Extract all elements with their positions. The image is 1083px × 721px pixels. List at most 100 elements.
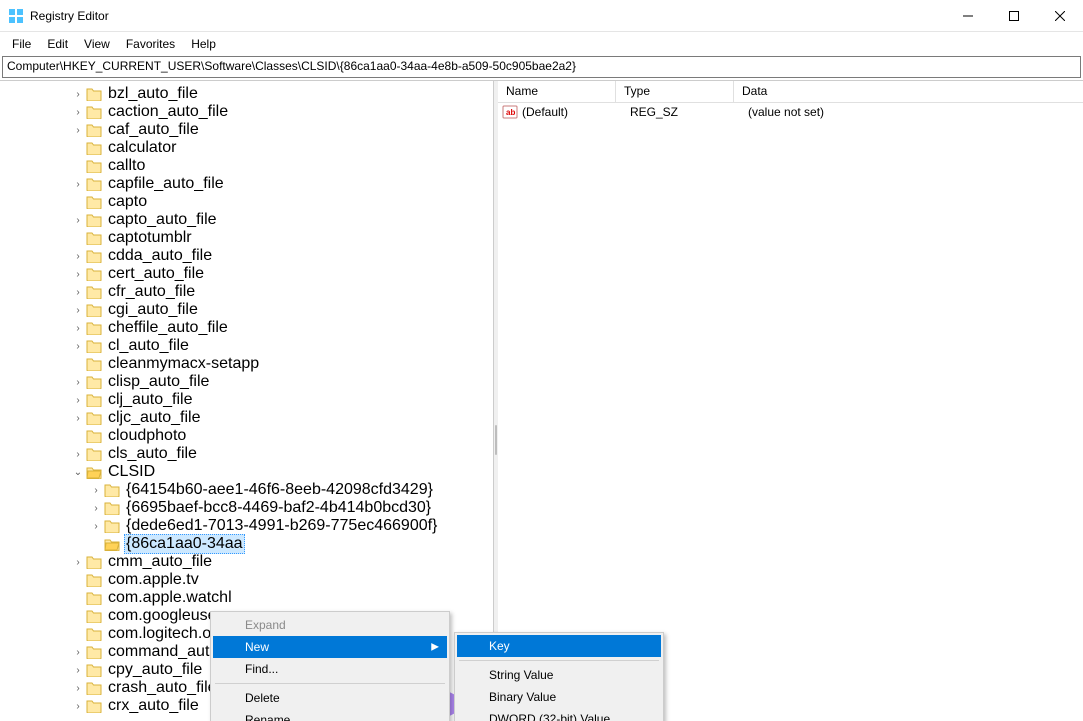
chevron-right-icon[interactable]: ›: [72, 287, 84, 298]
col-header-type[interactable]: Type: [616, 81, 734, 102]
chevron-right-icon[interactable]: ›: [72, 557, 84, 568]
tree-item[interactable]: com.apple.watchl: [0, 589, 493, 607]
window-controls: [945, 0, 1083, 32]
tree-item[interactable]: com.apple.tv: [0, 571, 493, 589]
chevron-right-icon[interactable]: ›: [72, 323, 84, 334]
tree-item-label: caction_auto_file: [106, 103, 230, 121]
tree-item[interactable]: ›clisp_auto_file: [0, 373, 493, 391]
chevron-right-icon[interactable]: ›: [72, 449, 84, 460]
tree-item-label: callto: [106, 157, 147, 175]
menu-view[interactable]: View: [76, 35, 118, 53]
chevron-right-icon[interactable]: ›: [72, 179, 84, 190]
address-bar[interactable]: Computer\HKEY_CURRENT_USER\Software\Clas…: [2, 56, 1081, 78]
submenu-arrow-icon: ▶: [431, 642, 439, 653]
tree-item[interactable]: › caction_auto_file: [0, 103, 493, 121]
tree-item[interactable]: › cl_auto_file: [0, 337, 493, 355]
chevron-right-icon[interactable]: ›: [72, 107, 84, 118]
menu-file[interactable]: File: [4, 35, 39, 53]
cm-new-string[interactable]: String Value: [457, 664, 661, 686]
close-button[interactable]: [1037, 0, 1083, 32]
tree-item-label: cfr_auto_file: [106, 283, 197, 301]
main-area: › bzl_auto_file › caction_auto_file›caf_aut…: [0, 80, 1083, 721]
chevron-right-icon[interactable]: ›: [90, 521, 102, 532]
menu-favorites[interactable]: Favorites: [118, 35, 183, 53]
tree-item[interactable]: › cheffile_auto_file: [0, 319, 493, 337]
tree-item[interactable]: › cfr_auto_file: [0, 283, 493, 301]
cm-separator: [459, 660, 659, 661]
tree-item-label: bzl_auto_file: [106, 85, 200, 103]
menu-help[interactable]: Help: [183, 35, 224, 53]
chevron-right-icon[interactable]: ›: [72, 215, 84, 226]
tree-item-label: cls_auto_file: [106, 445, 199, 463]
chevron-right-icon[interactable]: ›: [72, 305, 84, 316]
tree-item[interactable]: ›clj_auto_file: [0, 391, 493, 409]
chevron-right-icon[interactable]: ›: [72, 665, 84, 676]
tree-item[interactable]: › cgi_auto_file: [0, 301, 493, 319]
chevron-right-icon[interactable]: ›: [72, 413, 84, 424]
tree-item[interactable]: captotumblr: [0, 229, 493, 247]
tree-item-label: {64154b60-aee1-46f6-8eeb-42098cfd3429}: [124, 481, 435, 499]
tree-item[interactable]: › cdda_auto_file: [0, 247, 493, 265]
tree-item[interactable]: cleanmymacx-setapp: [0, 355, 493, 373]
tree-item[interactable]: › {64154b60-aee1-46f6-8eeb-42098cfd3429}: [0, 481, 493, 499]
tree-item[interactable]: ›capto_auto_file: [0, 211, 493, 229]
chevron-right-icon[interactable]: ›: [72, 395, 84, 406]
chevron-right-icon[interactable]: ›: [72, 377, 84, 388]
chevron-right-icon[interactable]: ›: [72, 89, 84, 100]
tree-item[interactable]: callto: [0, 157, 493, 175]
chevron-right-icon[interactable]: ›: [72, 647, 84, 658]
cm-new-label: New: [245, 640, 269, 654]
chevron-right-icon[interactable]: ›: [72, 341, 84, 352]
tree-item-label: {dede6ed1-7013-4991-b269-775ec466900f}: [124, 517, 439, 535]
tree-item[interactable]: ›{6695baef-bcc8-4469-baf2-4b414b0bcd30}: [0, 499, 493, 517]
col-header-data[interactable]: Data: [734, 81, 1083, 102]
chevron-right-icon[interactable]: ›: [72, 251, 84, 262]
values-pane[interactable]: Name Type Data ab (Default) REG_SZ (valu…: [498, 81, 1083, 721]
cm-rename[interactable]: Rename: [213, 709, 447, 721]
tree-item-label: calculator: [106, 139, 178, 157]
cm-new-key[interactable]: Key: [457, 635, 661, 657]
tree-item[interactable]: capto: [0, 193, 493, 211]
chevron-right-icon[interactable]: ›: [72, 125, 84, 136]
cm-new[interactable]: New ▶: [213, 636, 447, 658]
tree-item[interactable]: ›cmm_auto_file: [0, 553, 493, 571]
tree-item-label: cgi_auto_file: [106, 301, 200, 319]
tree-item[interactable]: calculator: [0, 139, 493, 157]
tree-item[interactable]: ›caf_auto_file: [0, 121, 493, 139]
minimize-button[interactable]: [945, 0, 991, 32]
tree-item[interactable]: › capfile_auto_file: [0, 175, 493, 193]
tree-item[interactable]: › {dede6ed1-7013-4991-b269-775ec466900f}: [0, 517, 493, 535]
chevron-right-icon[interactable]: ›: [90, 503, 102, 514]
tree-item-label: capfile_auto_file: [106, 175, 226, 193]
maximize-button[interactable]: [991, 0, 1037, 32]
cm-new-dword[interactable]: DWORD (32-bit) Value: [457, 708, 661, 721]
splitter[interactable]: [494, 81, 498, 721]
tree-item-label: cheffile_auto_file: [106, 319, 230, 337]
menu-edit[interactable]: Edit: [39, 35, 76, 53]
cm-delete[interactable]: Delete: [213, 687, 447, 709]
tree-item[interactable]: ›cert_auto_file: [0, 265, 493, 283]
cm-find[interactable]: Find...: [213, 658, 447, 680]
chevron-down-icon[interactable]: ⌄: [72, 467, 84, 478]
tree-item-label: cljc_auto_file: [106, 409, 203, 427]
tree-item[interactable]: › cljc_auto_file: [0, 409, 493, 427]
tree-item[interactable]: › bzl_auto_file: [0, 85, 493, 103]
tree-item[interactable]: cloudphoto: [0, 427, 493, 445]
tree-item-label: captotumblr: [106, 229, 194, 247]
cm-new-binary[interactable]: Binary Value: [457, 686, 661, 708]
tree-item-label: cl_auto_file: [106, 337, 191, 355]
cm-expand[interactable]: Expand: [213, 614, 447, 636]
tree-item-label: cdda_auto_file: [106, 247, 214, 265]
chevron-right-icon[interactable]: ›: [72, 269, 84, 280]
chevron-right-icon[interactable]: ›: [72, 701, 84, 712]
tree-item-label: cloudphoto: [106, 427, 188, 445]
chevron-right-icon[interactable]: ›: [72, 683, 84, 694]
chevron-right-icon[interactable]: ›: [90, 485, 102, 496]
tree-item[interactable]: ⌄ CLSID: [0, 463, 493, 481]
context-menu-main: Expand New▶ Find... Delete Rename Export…: [210, 611, 450, 721]
tree-item[interactable]: {86ca1aa0-34aa: [0, 535, 493, 553]
col-header-name[interactable]: Name: [498, 81, 616, 102]
value-row[interactable]: ab (Default) REG_SZ (value not set): [498, 103, 1083, 121]
tree-item-label: CLSID: [106, 463, 157, 481]
tree-item[interactable]: › cls_auto_file: [0, 445, 493, 463]
